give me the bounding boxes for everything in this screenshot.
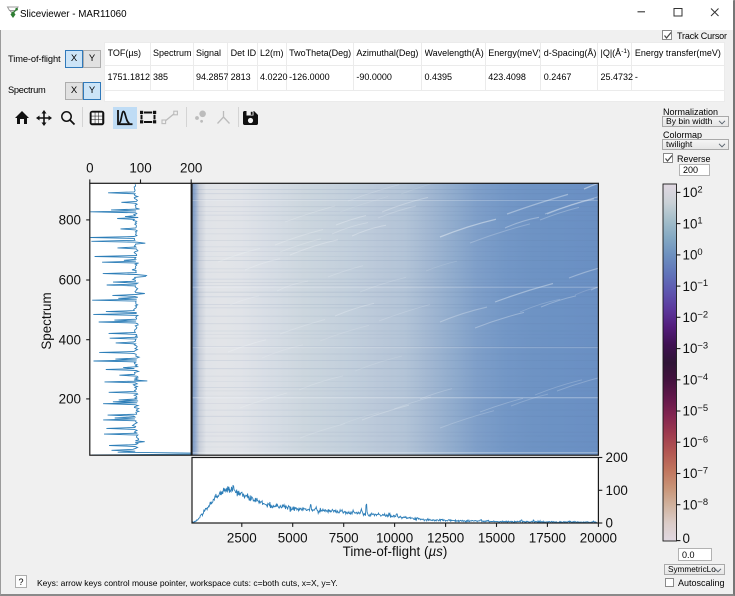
svg-text:2500: 2500 [227,530,257,545]
svg-text:10−8: 10−8 [683,496,709,513]
svg-text:100: 100 [606,483,628,498]
svg-text:10−4: 10−4 [683,371,709,388]
svg-text:101: 101 [683,215,703,232]
svg-text:17500: 17500 [529,530,566,545]
svg-text:10−3: 10−3 [683,340,709,357]
svg-text:100: 100 [683,246,703,263]
svg-text:100: 100 [129,161,151,176]
svg-text:102: 102 [683,184,703,201]
svg-text:0: 0 [606,516,613,531]
svg-text:0: 0 [86,161,93,176]
svg-text:15000: 15000 [478,530,515,545]
svg-text:Spectrum: Spectrum [39,292,54,349]
svg-text:10−6: 10−6 [683,433,709,450]
svg-text:800: 800 [59,213,81,228]
svg-text:10−2: 10−2 [683,308,709,325]
svg-text:200: 200 [606,450,628,465]
svg-text:10−5: 10−5 [683,402,709,419]
svg-text:5000: 5000 [278,530,308,545]
svg-text:400: 400 [59,332,81,347]
svg-text:10−7: 10−7 [683,465,709,482]
svg-text:600: 600 [59,273,81,288]
svg-text:200: 200 [180,161,202,176]
svg-text:Time-of-flight (µs): Time-of-flight (µs) [343,544,448,559]
svg-text:200: 200 [59,392,81,407]
svg-text:20000: 20000 [580,530,617,545]
svg-text:0: 0 [683,531,690,546]
svg-text:10−1: 10−1 [683,277,709,294]
